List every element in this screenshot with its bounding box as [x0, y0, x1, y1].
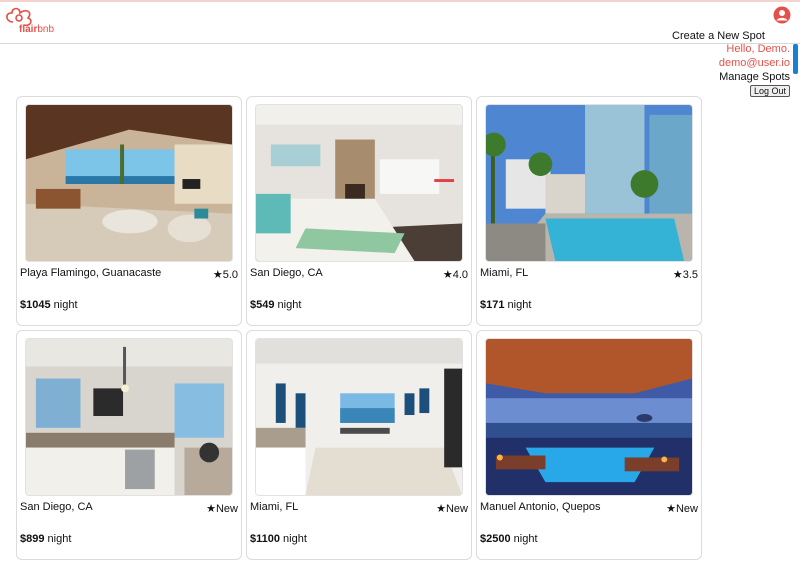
profile-menu-button[interactable]	[773, 6, 791, 24]
spot-card[interactable]: Miami, FL ★New $1100 night	[246, 330, 472, 560]
spot-card[interactable]: Playa Flamingo, Guanacaste ★5.0 $1045 ni…	[16, 96, 242, 326]
spot-rating: ★New	[206, 503, 238, 515]
greeting-text: Hello, Demo.	[726, 43, 790, 55]
create-spot-link[interactable]: Create a New Spot	[672, 30, 765, 42]
spot-rating: ★3.5	[672, 269, 698, 281]
user-email: demo@user.io	[718, 57, 790, 69]
site-header: flairbnb Create a New Spot	[0, 2, 800, 44]
spot-location: San Diego, CA	[20, 501, 93, 513]
spot-rating: ★New	[436, 503, 468, 515]
spot-image[interactable]	[255, 338, 463, 496]
spot-card[interactable]: San Diego, CA ★New $899 night	[16, 330, 242, 560]
spot-image[interactable]	[485, 104, 693, 262]
spot-location: Miami, FL	[250, 501, 299, 513]
spot-image[interactable]	[25, 104, 233, 262]
spot-price: $2500 night	[480, 533, 538, 545]
spot-location: Manuel Antonio, Quepos	[480, 501, 601, 513]
brand-name: flairbnb	[19, 24, 55, 35]
logout-button[interactable]: Log Out	[749, 85, 790, 97]
spot-image[interactable]	[25, 338, 233, 496]
spot-price: $171 night	[480, 299, 532, 311]
spot-price: $899 night	[20, 533, 72, 545]
spot-card[interactable]: San Diego, CA ★4.0 $549 night	[246, 96, 472, 326]
spot-price: $1045 night	[20, 299, 78, 311]
profile-dropdown: Hello, Demo. demo@user.io Manage Spots L…	[719, 42, 790, 98]
home-logo[interactable]: flairbnb	[3, 6, 63, 36]
spot-image[interactable]	[255, 104, 463, 262]
spot-rating: ★4.0	[442, 269, 468, 281]
manage-spots-link[interactable]: Manage Spots	[719, 70, 790, 84]
spot-rating: ★5.0	[212, 269, 238, 281]
spot-location: Playa Flamingo, Guanacaste	[20, 267, 162, 279]
spot-price: $549 night	[250, 299, 302, 311]
spot-location: San Diego, CA	[250, 267, 323, 279]
spot-price: $1100 night	[250, 533, 307, 545]
spot-card[interactable]: Miami, FL ★3.5 $171 night	[476, 96, 702, 326]
user-avatar-icon	[773, 6, 791, 24]
spot-rating: ★New	[666, 503, 698, 515]
dropdown-scrollbar[interactable]	[793, 44, 798, 74]
spot-card[interactable]: Manuel Antonio, Quepos ★New $2500 night	[476, 330, 702, 560]
spot-image[interactable]	[485, 338, 693, 496]
spot-location: Miami, FL	[480, 267, 529, 279]
